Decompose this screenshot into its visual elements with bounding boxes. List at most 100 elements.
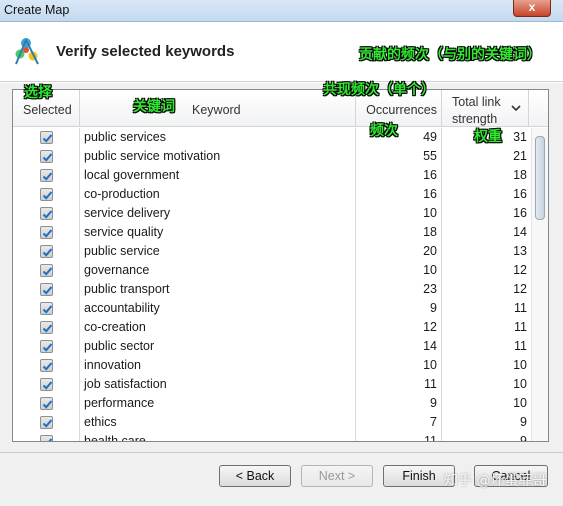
selected-cell — [13, 432, 80, 441]
checkmark-icon — [48, 438, 53, 441]
table-row[interactable]: innovation 10 10 — [13, 356, 531, 375]
selected-checkbox[interactable] — [40, 131, 53, 144]
occurrences-cell: 16 — [356, 166, 442, 185]
selected-checkbox[interactable] — [40, 359, 53, 372]
selected-cell — [13, 204, 80, 223]
table-row[interactable]: public services 49 31 — [13, 128, 531, 147]
occurrences-cell: 9 — [356, 394, 442, 413]
window-title: Create Map — [4, 3, 70, 17]
column-header-total-link-strength[interactable]: Total link strength — [442, 90, 529, 127]
selected-checkbox[interactable] — [40, 245, 53, 258]
selected-checkbox[interactable] — [40, 169, 53, 182]
selected-checkbox[interactable] — [40, 321, 53, 334]
occurrences-cell: 18 — [356, 223, 442, 242]
table-row[interactable]: performance 9 10 — [13, 394, 531, 413]
selected-cell — [13, 128, 80, 147]
checkmark-icon — [42, 267, 53, 276]
selected-checkbox[interactable] — [40, 150, 53, 163]
selected-checkbox[interactable] — [40, 188, 53, 201]
checkmark-icon — [42, 172, 53, 181]
column-label-keyword: Keyword — [192, 103, 241, 117]
back-button[interactable]: < Back — [219, 465, 291, 487]
annotation-cooccurrence: 共现频次（单个） — [323, 82, 435, 98]
keyword-cell: performance — [80, 394, 356, 413]
occurrences-cell: 12 — [356, 318, 442, 337]
column-label-selected: Selected — [23, 103, 72, 117]
occurrences-cell: 11 — [356, 375, 442, 394]
checkmark-icon — [42, 419, 53, 428]
checkmark-icon — [42, 248, 53, 257]
checkmark-icon — [42, 343, 53, 352]
selected-checkbox[interactable] — [40, 340, 53, 353]
selected-cell — [13, 185, 80, 204]
occurrences-cell: 10 — [356, 356, 442, 375]
occurrences-cell: 49 — [356, 128, 442, 147]
keyword-cell: service quality — [80, 223, 356, 242]
column-header-keyword[interactable]: Keyword — [80, 90, 356, 127]
column-label-total-link-strength: Total link strength — [452, 95, 501, 126]
keyword-cell: ethics — [80, 413, 356, 432]
annotation-selected: 选择 — [24, 85, 52, 101]
keyword-cell: accountability — [80, 299, 356, 318]
selected-checkbox[interactable] — [40, 207, 53, 220]
table-row[interactable]: public transport 23 12 — [13, 280, 531, 299]
keyword-cell: public service motivation — [80, 147, 356, 166]
selected-cell — [13, 318, 80, 337]
total-link-strength-cell: 11 — [514, 301, 527, 315]
checkmark-icon — [42, 229, 53, 238]
occurrences-cell: 23 — [356, 280, 442, 299]
occurrences-cell: 10 — [356, 261, 442, 280]
table-row[interactable]: health care 11 9 — [13, 432, 531, 441]
wizard-body: Selected Keyword Occurrences Total link … — [0, 83, 563, 506]
keyword-cell: job satisfaction — [80, 375, 356, 394]
table-row[interactable]: job satisfaction 11 10 — [13, 375, 531, 394]
selected-checkbox[interactable] — [40, 264, 53, 277]
table-row[interactable]: co-production 16 16 — [13, 185, 531, 204]
title-bar: Create Map x — [0, 0, 563, 22]
selected-checkbox[interactable] — [40, 378, 53, 391]
checkmark-icon — [42, 286, 53, 295]
checkmark-icon — [42, 400, 53, 409]
selected-checkbox[interactable] — [40, 283, 53, 296]
total-link-strength-cell: 12 — [513, 282, 527, 296]
table-row[interactable]: public service motivation 55 21 — [13, 147, 531, 166]
selected-checkbox[interactable] — [40, 435, 53, 441]
close-button[interactable]: x — [513, 0, 551, 17]
keyword-cell: public transport — [80, 280, 356, 299]
total-link-strength-cell: 9 — [520, 415, 527, 429]
annotation-weight: 权重 — [474, 129, 502, 145]
selected-cell — [13, 337, 80, 356]
selected-checkbox[interactable] — [40, 397, 53, 410]
checkmark-icon — [42, 324, 53, 333]
selected-cell — [13, 280, 80, 299]
occurrences-cell: 11 — [356, 432, 442, 441]
table-row[interactable]: ethics 7 9 — [13, 413, 531, 432]
vertical-scrollbar[interactable] — [531, 128, 548, 441]
selected-checkbox[interactable] — [40, 226, 53, 239]
selected-cell — [13, 356, 80, 375]
total-link-strength-cell: 11 — [514, 339, 527, 353]
checkmark-icon — [42, 305, 53, 314]
next-button[interactable]: Next > — [301, 465, 373, 487]
scrollbar-thumb[interactable] — [535, 136, 545, 220]
table-row[interactable]: accountability 9 11 — [13, 299, 531, 318]
selected-checkbox[interactable] — [40, 302, 53, 315]
keyword-cell: innovation — [80, 356, 356, 375]
selected-cell — [13, 261, 80, 280]
total-link-strength-cell: 13 — [513, 244, 527, 258]
total-link-strength-cell: 10 — [513, 358, 527, 372]
table-row[interactable]: local government 16 18 — [13, 166, 531, 185]
checkmark-icon — [42, 191, 53, 200]
table-row[interactable]: public sector 14 11 — [13, 337, 531, 356]
table-row[interactable]: service quality 18 14 — [13, 223, 531, 242]
table-row[interactable]: governance 10 12 — [13, 261, 531, 280]
table-row[interactable]: public service 20 13 — [13, 242, 531, 261]
sort-descending-icon — [511, 105, 521, 112]
table-row[interactable]: service delivery 10 16 — [13, 204, 531, 223]
selected-cell — [13, 242, 80, 261]
selected-cell — [13, 375, 80, 394]
table-row[interactable]: co-creation 12 11 — [13, 318, 531, 337]
column-label-occurrences: Occurrences — [366, 103, 437, 117]
footer-divider — [0, 452, 563, 453]
selected-checkbox[interactable] — [40, 416, 53, 429]
